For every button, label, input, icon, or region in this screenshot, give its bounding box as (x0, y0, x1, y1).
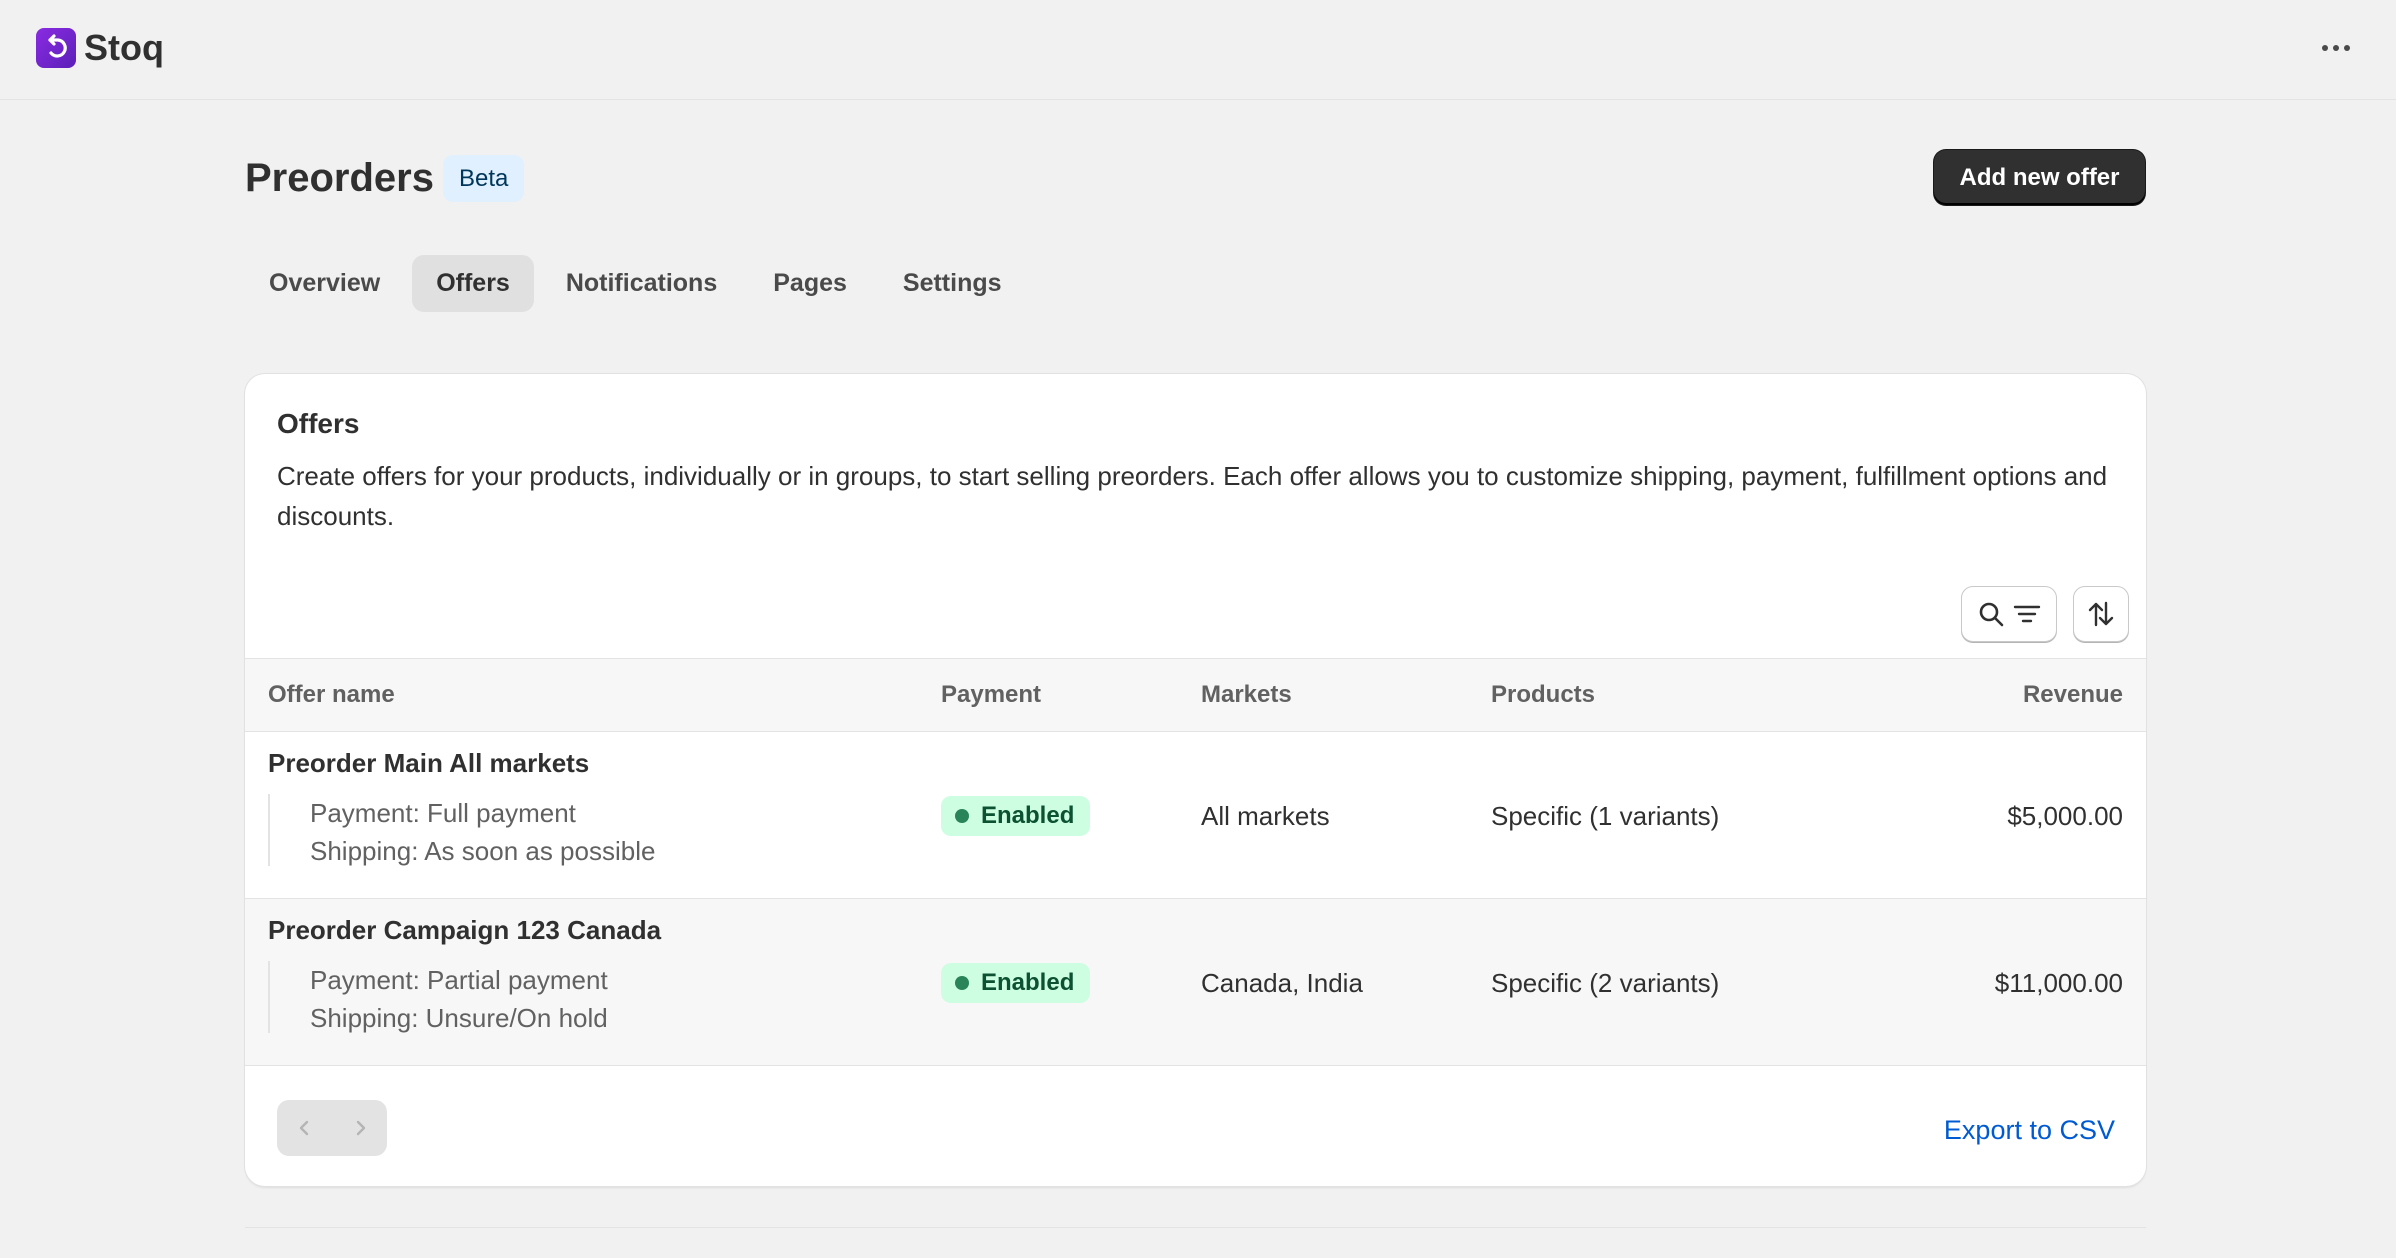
next-page-button[interactable] (332, 1100, 387, 1156)
tab-notifications[interactable]: Notifications (542, 255, 741, 312)
divider (245, 1227, 2146, 1228)
offer-products: Specific (2 variants) (1491, 968, 1720, 998)
export-to-csv-link[interactable]: Export to CSV (1944, 1110, 2115, 1150)
tab-pages[interactable]: Pages (749, 255, 871, 312)
sort-button[interactable] (2073, 586, 2129, 642)
previous-page-button[interactable] (277, 1100, 332, 1156)
column-header-markets[interactable]: Markets (1201, 659, 1292, 731)
search-filter-button[interactable] (1961, 586, 2057, 642)
offer-name[interactable]: Preorder Campaign 123 Canada (268, 915, 661, 946)
table-row[interactable]: Preorder Campaign 123 Canada Payment: Pa… (245, 899, 2146, 1066)
offers-card: Offers Create offers for your products, … (245, 374, 2146, 1186)
status-badge: Enabled (941, 796, 1091, 836)
chevron-left-icon (299, 1120, 308, 1136)
offer-payment-detail: Payment: Full payment (310, 798, 576, 828)
offer-revenue: $5,000.00 (2007, 801, 2123, 831)
offer-shipping-detail: Shipping: As soon as possible (310, 836, 656, 866)
offer-shipping-detail: Shipping: Unsure/On hold (310, 1003, 608, 1033)
column-header-revenue[interactable]: Revenue (2023, 659, 2123, 731)
add-new-offer-button[interactable]: Add new offer (1934, 150, 2145, 205)
offer-details: Payment: Full payment Shipping: As soon … (268, 794, 655, 866)
table-header: Offer name Payment Markets Products Reve… (245, 658, 2146, 732)
app-logo-icon[interactable] (36, 28, 76, 68)
table-row[interactable]: Preorder Main All markets Payment: Full … (245, 732, 2146, 899)
beta-badge: Beta (443, 155, 525, 202)
offer-payment-detail: Payment: Partial payment (310, 965, 608, 995)
more-actions-icon[interactable] (2316, 30, 2356, 66)
offer-revenue: $11,000.00 (1994, 968, 2123, 998)
sort-icon (2088, 601, 2114, 627)
offer-markets: All markets (1201, 801, 1330, 831)
tab-settings[interactable]: Settings (879, 255, 1026, 312)
column-header-offer-name[interactable]: Offer name (268, 659, 395, 731)
offer-name[interactable]: Preorder Main All markets (268, 748, 589, 779)
tab-offers[interactable]: Offers (412, 255, 534, 312)
card-description: Create offers for your products, individ… (277, 461, 2108, 531)
page-title: Preorders (245, 156, 434, 200)
column-header-payment[interactable]: Payment (941, 659, 1041, 731)
tab-overview[interactable]: Overview (245, 255, 404, 312)
card-title: Offers (277, 408, 360, 439)
filter-icon (2013, 605, 2041, 623)
offer-markets: Canada, India (1201, 968, 1363, 998)
offer-details: Payment: Partial payment Shipping: Unsur… (268, 961, 608, 1033)
top-bar: Stoq (0, 0, 2396, 100)
offer-products: Specific (1 variants) (1491, 801, 1720, 831)
status-badge: Enabled (941, 963, 1091, 1003)
app-name: Stoq (84, 27, 164, 68)
tab-bar: Overview Offers Notifications Pages Sett… (245, 255, 1026, 312)
pagination (277, 1100, 387, 1156)
search-icon (1979, 602, 2004, 627)
column-header-products[interactable]: Products (1491, 659, 1595, 731)
chevron-right-icon (356, 1120, 365, 1136)
